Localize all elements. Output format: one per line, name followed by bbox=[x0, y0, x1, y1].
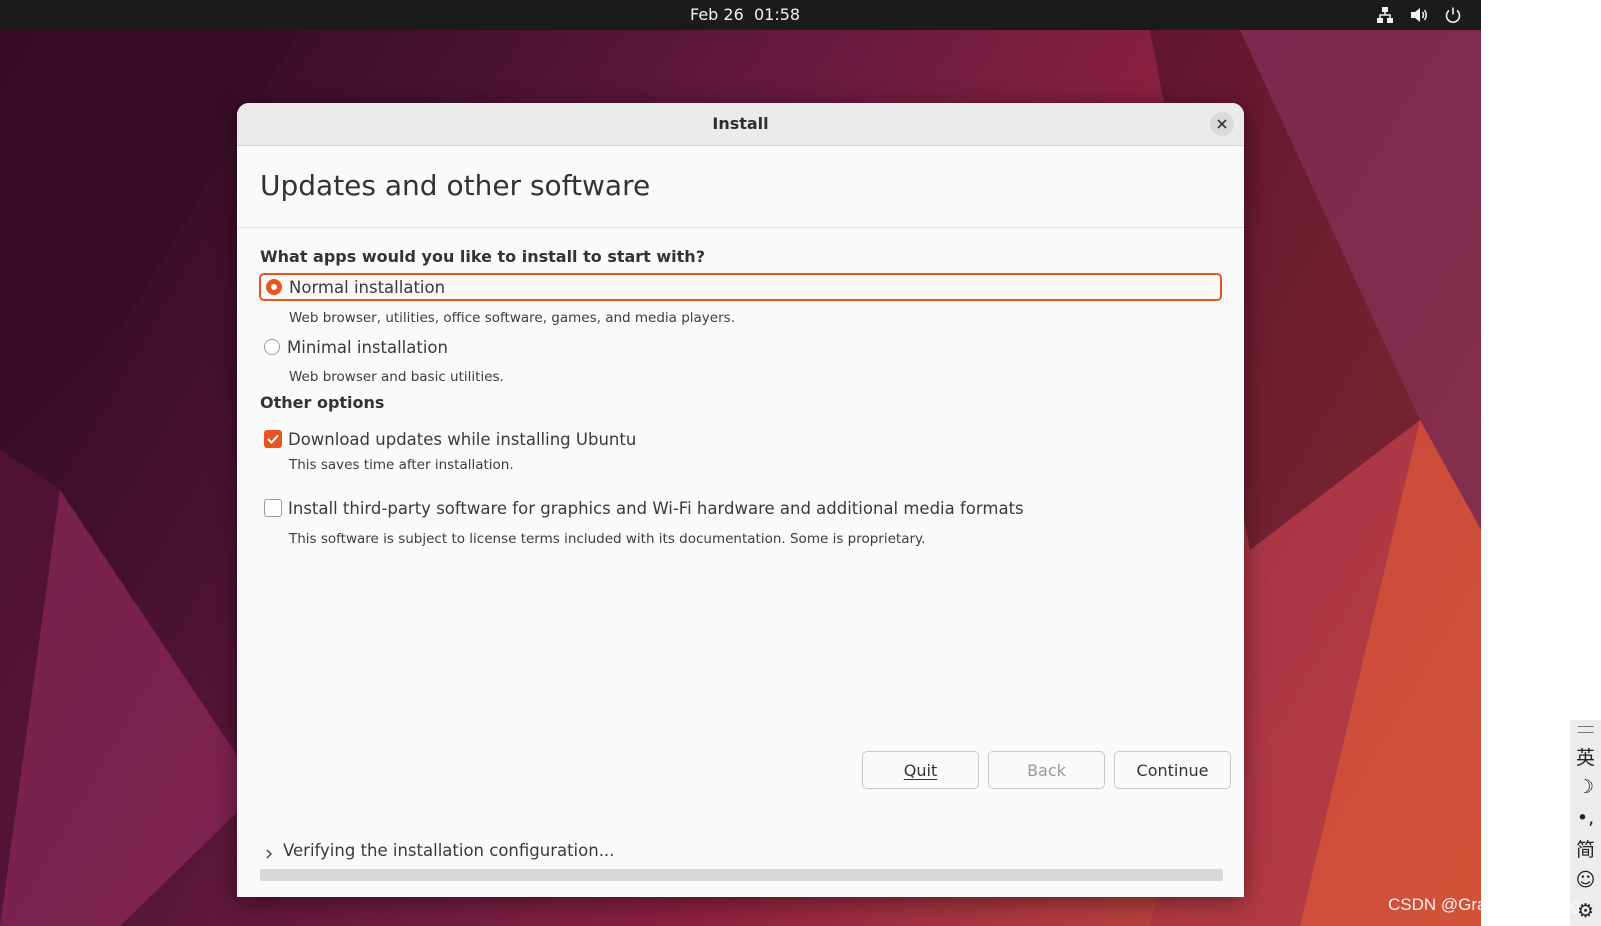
chevron-right-icon bbox=[265, 848, 279, 860]
progress-bar bbox=[260, 869, 1223, 881]
clock-date: Feb 26 bbox=[690, 5, 744, 24]
close-icon bbox=[1217, 119, 1227, 129]
volume-icon[interactable] bbox=[1409, 4, 1429, 26]
language-toggle-icon[interactable]: 英 bbox=[1576, 741, 1595, 772]
other-options-heading: Other options bbox=[260, 393, 385, 412]
checkbox-label: Download updates while installing Ubuntu bbox=[288, 429, 637, 449]
back-button[interactable]: Back bbox=[988, 751, 1105, 789]
checkbox-description: This saves time after installation. bbox=[289, 457, 514, 473]
third-party-software-checkbox[interactable]: Install third-party software for graphic… bbox=[259, 494, 1222, 522]
power-icon[interactable] bbox=[1443, 4, 1463, 26]
window-titlebar[interactable]: Install bbox=[237, 103, 1244, 146]
clock-time: 01:58 bbox=[753, 5, 801, 24]
continue-button[interactable]: Continue bbox=[1114, 751, 1231, 789]
page-header: Updates and other software bbox=[237, 146, 1244, 228]
checkbox-description: This software is subject to license term… bbox=[289, 531, 926, 547]
radio-unselected-icon[interactable] bbox=[264, 339, 280, 355]
quit-label: Quit bbox=[903, 760, 938, 780]
question-label: What apps would you like to install to s… bbox=[260, 247, 705, 266]
checkbox-unchecked-icon[interactable] bbox=[264, 499, 282, 517]
close-button[interactable] bbox=[1210, 112, 1234, 136]
drag-handle[interactable] bbox=[1577, 726, 1594, 733]
moon-icon[interactable]: ☽ bbox=[1577, 772, 1594, 803]
download-updates-checkbox[interactable]: Download updates while installing Ubuntu bbox=[259, 425, 1222, 453]
option-label: Minimal installation bbox=[287, 337, 448, 357]
install-dialog: Install Updates and other software What … bbox=[237, 103, 1244, 897]
continue-label: Continue bbox=[1136, 760, 1209, 780]
watermark: CSDN @Grayson_Zheng bbox=[1388, 895, 1581, 914]
option-label: Normal installation bbox=[289, 277, 446, 297]
emoji-icon[interactable]: ☺ bbox=[1576, 864, 1596, 895]
option-description: Web browser, utilities, office software,… bbox=[289, 310, 735, 326]
system-tray[interactable] bbox=[1375, 4, 1463, 26]
simplified-chinese-icon[interactable]: 简 bbox=[1576, 833, 1595, 864]
quit-button[interactable]: Quit bbox=[862, 751, 979, 789]
status-expander[interactable]: Verifying the installation configuration… bbox=[265, 841, 614, 860]
minimal-installation-option[interactable]: Minimal installation bbox=[259, 333, 1222, 361]
option-description: Web browser and basic utilities. bbox=[289, 369, 504, 385]
top-bar: Feb 26 01:58 bbox=[0, 0, 1481, 30]
back-label: Back bbox=[1027, 760, 1066, 780]
punctuation-icon[interactable]: •, bbox=[1577, 803, 1594, 834]
window-title: Install bbox=[712, 114, 769, 133]
network-icon[interactable] bbox=[1375, 4, 1395, 26]
normal-installation-option[interactable]: Normal installation bbox=[259, 273, 1222, 301]
checkbox-checked-icon[interactable] bbox=[264, 430, 282, 448]
clock[interactable]: Feb 26 01:58 bbox=[690, 5, 800, 24]
status-text: Verifying the installation configuration… bbox=[283, 841, 615, 860]
page-title: Updates and other software bbox=[260, 169, 651, 202]
radio-selected-icon[interactable] bbox=[266, 279, 282, 295]
checkbox-label: Install third-party software for graphic… bbox=[288, 498, 1024, 518]
